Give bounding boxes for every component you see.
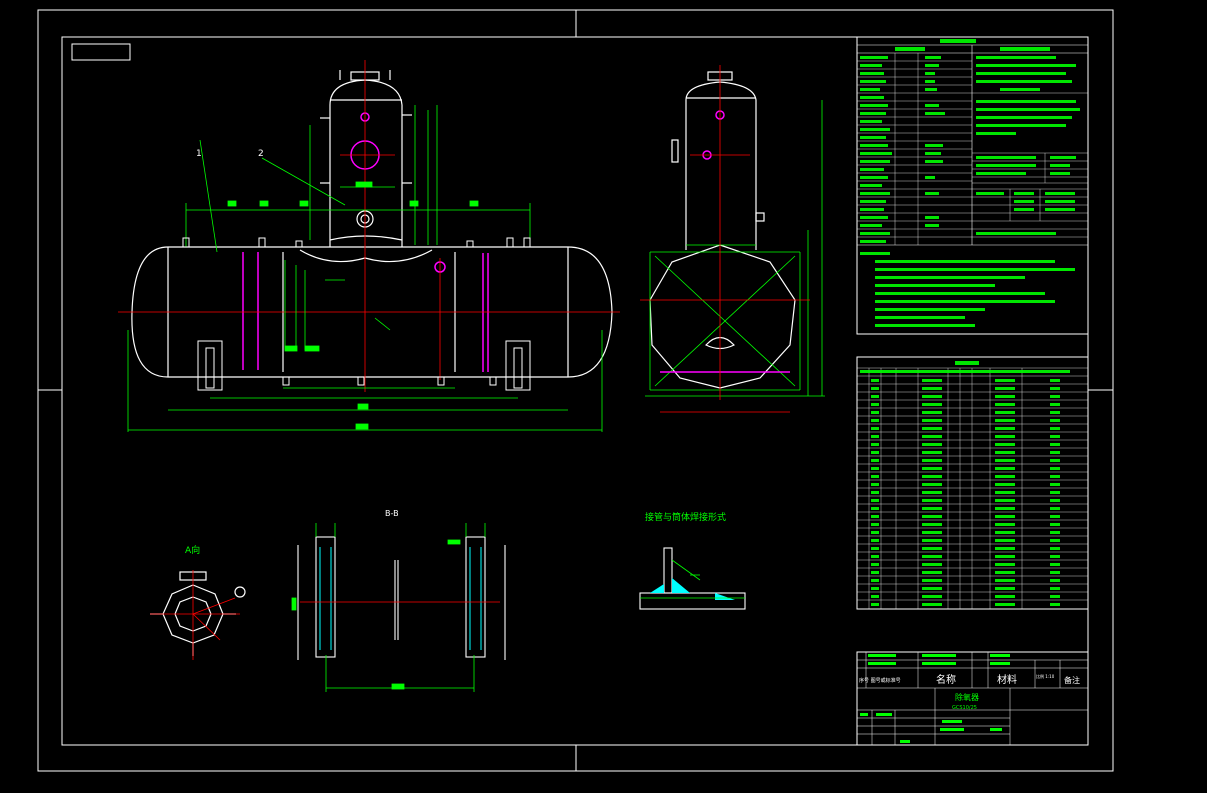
weld-detail-title: 接管与筒体焊接形式 [645,511,726,523]
title-header-seq: 序号 图号或标准号 [859,677,901,684]
drawing-name: 除氧器 [955,692,979,702]
part-label-1: 1 [196,149,202,159]
drawing-number: GCS10/25 [952,705,977,711]
cad-drawing-sheet: 1 2 A向 B-B 接管与筒体焊接形式 名称 材料 备注 比例 1:10 序号… [0,0,1207,793]
title-header-scale: 比例 1:10 [1036,673,1055,679]
part-label-2: 2 [258,149,264,159]
title-header-note: 备注 [1064,675,1080,685]
title-header-material: 材料 [997,673,1017,686]
section-bb-title: B-B [385,509,399,518]
view-a-title: A向 [185,544,200,556]
title-header-name: 名称 [936,673,956,686]
